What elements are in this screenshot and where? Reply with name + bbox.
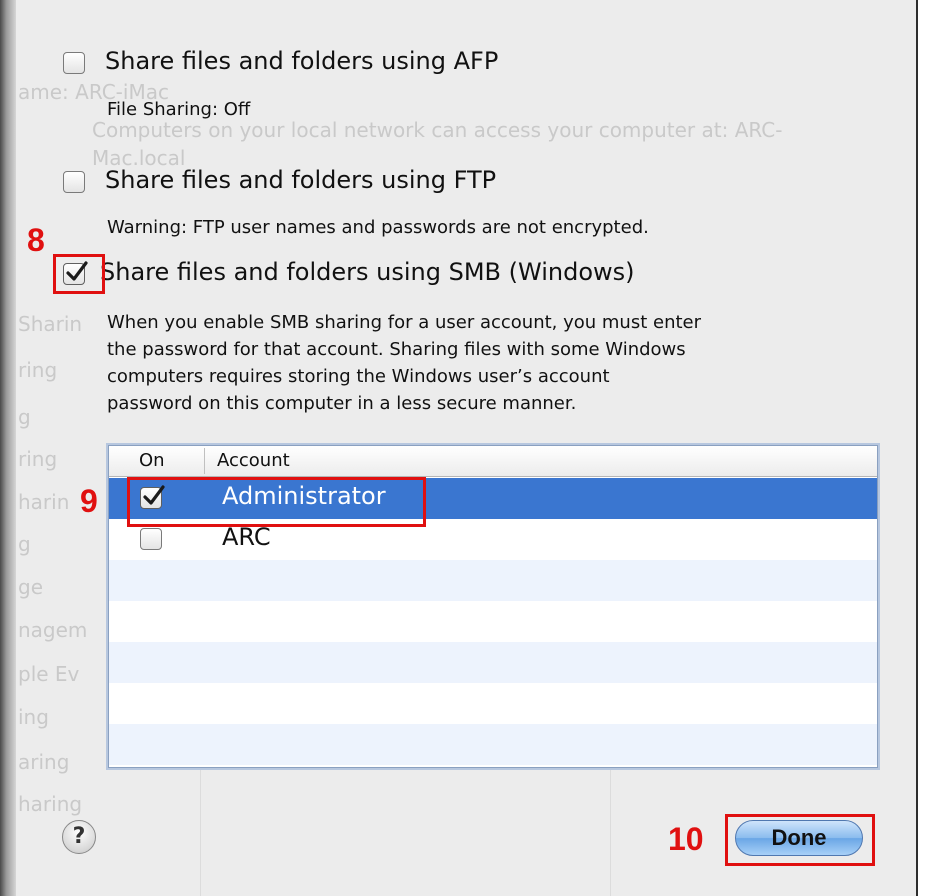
table-header: On Account	[109, 446, 877, 477]
step-9-label: 9	[80, 483, 98, 519]
step-10-highlight	[725, 814, 875, 866]
ghost-divider	[610, 770, 611, 896]
empty-row	[109, 683, 877, 724]
empty-row	[109, 601, 877, 642]
smb-options-sheet: ame: ARC-iMac Computers on your local ne…	[0, 0, 918, 896]
column-header-on[interactable]: On	[139, 450, 165, 471]
step-8-highlight	[53, 254, 105, 294]
window-edge	[0, 0, 16, 896]
help-button[interactable]: ?	[62, 820, 96, 854]
smb-description-line: the password for that account. Sharing f…	[107, 339, 686, 360]
afp-status-text: File Sharing: Off	[107, 99, 251, 120]
ghost-divider	[200, 770, 201, 896]
ftp-warning-text: Warning: FTP user names and passwords ar…	[107, 217, 649, 238]
ftp-option-label: Share files and folders using FTP	[105, 166, 497, 194]
ghost-sidebar-item: aring	[18, 750, 70, 774]
ghost-sidebar-item: harin	[18, 490, 70, 514]
ghost-sidebar-item: haring	[18, 792, 83, 816]
column-header-account[interactable]: Account	[217, 450, 290, 471]
ghost-sidebar-item: ring	[18, 358, 58, 382]
ghost-sidebar-item: ple Ev	[18, 662, 80, 686]
ghost-sidebar-item: ge	[18, 575, 43, 599]
empty-row	[109, 560, 877, 601]
column-divider	[204, 448, 205, 474]
smb-option-label: Share files and folders using SMB (Windo…	[100, 258, 635, 286]
afp-checkbox[interactable]	[63, 52, 85, 74]
empty-row	[109, 724, 877, 765]
ghost-sidebar-item: ing	[18, 705, 49, 729]
smb-description-line: When you enable SMB sharing for a user a…	[107, 312, 702, 333]
afp-option-label: Share files and folders using AFP	[105, 47, 499, 75]
empty-row	[109, 642, 877, 683]
step-8-label: 8	[27, 222, 45, 258]
ghost-sidebar-item: Sharin	[18, 312, 83, 336]
ghost-sidebar-item: g	[18, 532, 31, 556]
smb-description-line: computers requires storing the Windows u…	[107, 366, 610, 387]
step-9-highlight	[127, 477, 426, 527]
ghost-sidebar-item: g	[18, 405, 31, 429]
smb-description-line: password on this computer in a less secu…	[107, 393, 577, 414]
ghost-sidebar-item: nagem	[18, 618, 88, 642]
ghost-sidebar-item: ring	[18, 447, 58, 471]
ftp-checkbox[interactable]	[63, 171, 85, 193]
step-10-label: 10	[668, 821, 704, 857]
arc-on-checkbox[interactable]	[140, 528, 162, 550]
account-name: ARC	[222, 523, 271, 551]
